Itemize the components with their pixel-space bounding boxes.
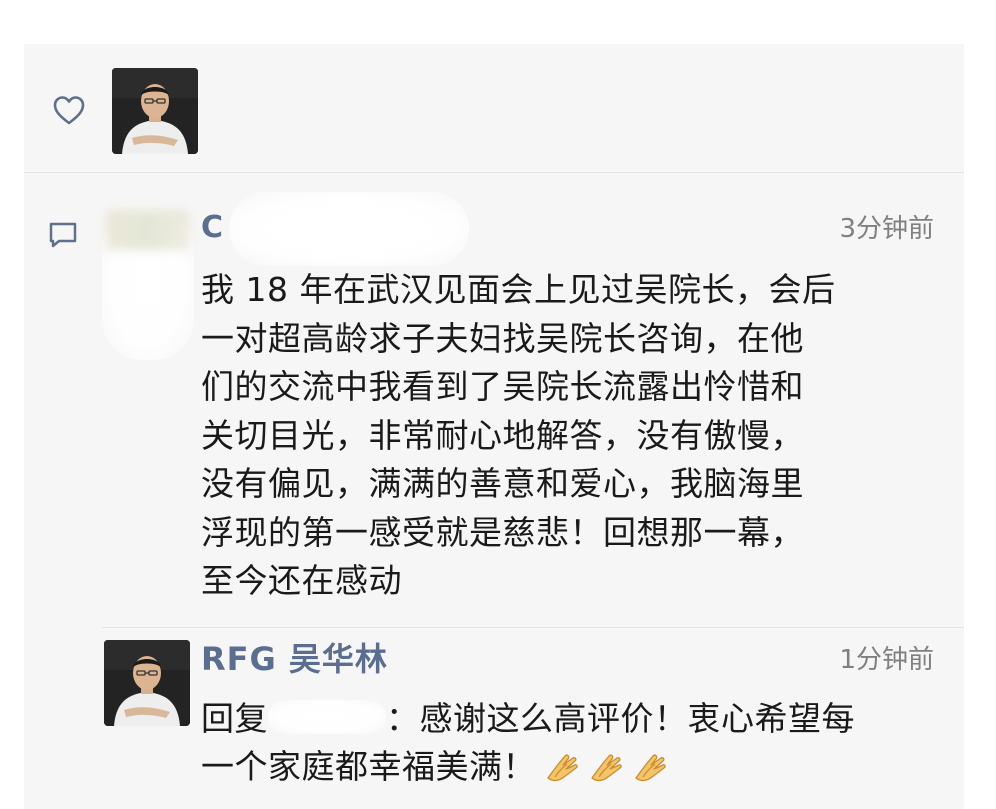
privacy-blur [268, 700, 386, 734]
likes-row [24, 44, 964, 172]
reply-text: 回复 ：感谢这么高评价！衷心希望每一个家庭都幸福美满！ [201, 695, 951, 797]
reply-body-line-1: ：感谢这么高评价！衷心希望每 [386, 699, 855, 738]
comment-panel: C 3分钟前 我 18 年在武汉见面会上见过吴院长，会后 一对超高龄求子夫妇找吴… [24, 44, 964, 809]
section-divider [24, 172, 964, 173]
reply-author-name[interactable]: RFG 吴华林 [201, 636, 388, 682]
avatar[interactable] [102, 210, 194, 360]
reply-body-line-2: 一个家庭都幸福美满！ [201, 747, 536, 786]
heart-icon[interactable] [52, 94, 86, 126]
clap-icon [547, 754, 578, 782]
comment-author-name[interactable]: C [201, 202, 224, 254]
reply-divider [102, 627, 964, 628]
clap-icon [635, 754, 666, 782]
clap-icon [591, 754, 622, 782]
comment-timestamp: 3分钟前 [839, 214, 934, 244]
avatar[interactable] [112, 68, 198, 154]
avatar-photo [104, 640, 190, 726]
emoji-row [544, 749, 676, 797]
reply-timestamp: 1分钟前 [839, 645, 934, 675]
privacy-blur [229, 192, 469, 266]
comment-text: 我 18 年在武汉见面会上见过吴院长，会后 一对超高龄求子夫妇找吴院长咨询，在他… [201, 270, 836, 600]
reply-prefix: 回复 [201, 699, 268, 738]
avatar[interactable] [104, 640, 190, 726]
avatar-photo [112, 68, 198, 154]
comment-icon[interactable] [48, 220, 78, 250]
